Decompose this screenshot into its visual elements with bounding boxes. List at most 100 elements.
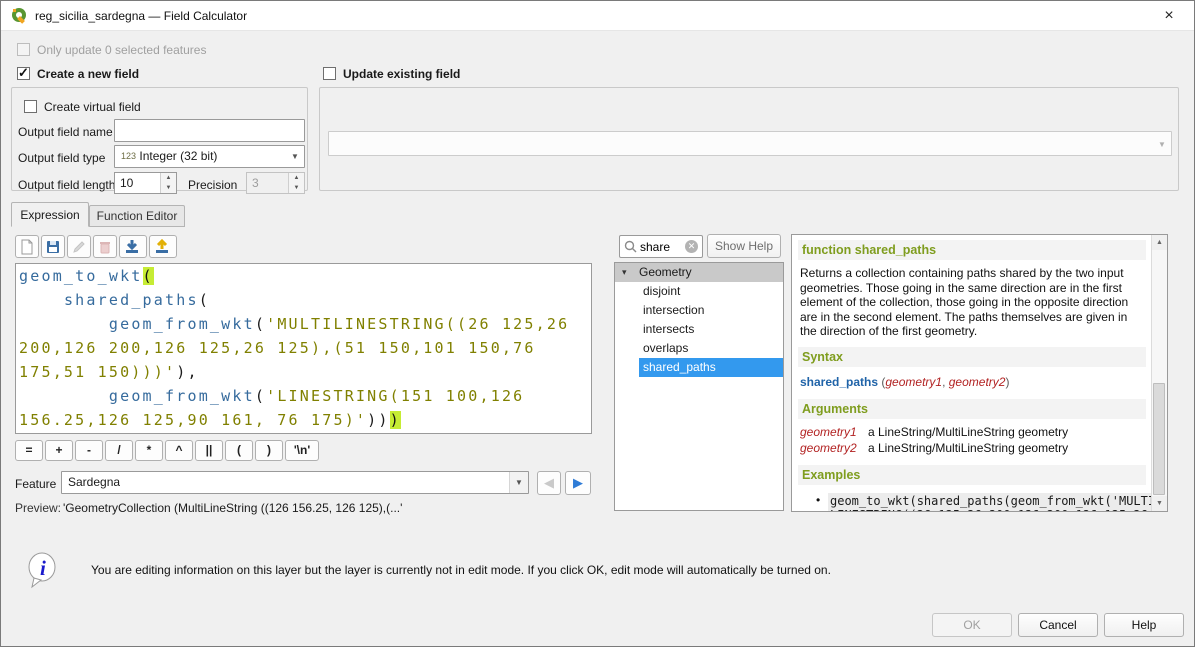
update-existing-field-checkbox-box[interactable]: [323, 67, 336, 80]
spin-up-icon[interactable]: ▲: [161, 173, 176, 183]
tree-item-overlaps[interactable]: overlaps: [615, 339, 783, 358]
code-segment-plain: (: [199, 291, 210, 309]
code-segment-str: 200,126 200,126 125,26 125),(51 150,101 …: [19, 339, 536, 357]
code-segment-str: 156.25,126 125,90 161, 76 175)': [19, 411, 367, 429]
scroll-up-icon[interactable]: ▲: [1152, 235, 1167, 250]
operator-button[interactable]: +: [45, 440, 73, 461]
operator-button[interactable]: ||: [195, 440, 223, 461]
cancel-button-label: Cancel: [1039, 618, 1076, 632]
next-feature-button[interactable]: ▶: [565, 471, 591, 495]
output-field-type-value: Integer (32 bit): [139, 149, 217, 163]
new-expression-button[interactable]: [15, 235, 39, 258]
spin-down-icon[interactable]: ▼: [161, 183, 176, 193]
operator-button[interactable]: /: [105, 440, 133, 461]
code-segment-str: 175,51 150)))': [19, 363, 176, 381]
create-virtual-field-checkbox-box[interactable]: [24, 100, 37, 113]
code-segment-plain: [19, 315, 109, 333]
tree-item-intersection[interactable]: intersection: [615, 301, 783, 320]
precision-spin-buttons: ▲ ▼: [288, 173, 304, 193]
operator-button[interactable]: '\n': [285, 440, 319, 461]
code-segment-hl: ): [390, 411, 401, 429]
tree-group-geometry[interactable]: ▾ Geometry: [615, 263, 783, 282]
tree-item-shared_paths[interactable]: shared_paths: [639, 358, 783, 377]
update-existing-field-checkbox[interactable]: Update existing field: [323, 67, 460, 81]
code-segment-fn: geom_from_wkt: [109, 387, 255, 405]
tab-expression[interactable]: Expression: [11, 202, 89, 227]
tree-caret-icon[interactable]: ▾: [622, 263, 627, 282]
function-search-input[interactable]: [640, 237, 682, 256]
output-field-length-spinner[interactable]: 10 ▲ ▼: [114, 172, 177, 194]
code-segment-fn: shared_paths: [64, 291, 199, 309]
export-expression-button[interactable]: [149, 235, 177, 258]
argument-description: a LineString/MultiLineString geometry: [868, 425, 1068, 439]
code-segment-plain: ),: [176, 363, 198, 381]
help-button[interactable]: Help: [1104, 613, 1184, 637]
close-icon[interactable]: ×: [1158, 6, 1180, 26]
feature-label: Feature: [15, 477, 56, 491]
new-file-icon: [19, 239, 35, 255]
cancel-button[interactable]: Cancel: [1018, 613, 1098, 637]
scroll-down-icon[interactable]: ▼: [1152, 496, 1167, 511]
pencil-icon: [71, 239, 87, 255]
create-virtual-field-checkbox[interactable]: Create virtual field: [24, 100, 141, 114]
argument-name: geometry2: [800, 441, 868, 455]
code-segment-fn: geom_from_wkt: [109, 315, 255, 333]
integer-type-icon: 123: [121, 151, 136, 161]
output-field-length-value: 10: [120, 176, 133, 190]
search-icon: [624, 240, 637, 253]
save-expression-button[interactable]: [41, 235, 65, 258]
operator-button[interactable]: ): [255, 440, 283, 461]
code-segment-str: 'MULTILINESTRING((26 125,26: [266, 315, 569, 333]
feature-value: Sardegna: [68, 475, 120, 489]
title-bar: reg_sicilia_sardegna — Field Calculator …: [1, 1, 1194, 31]
function-search-box[interactable]: ✕: [619, 235, 703, 258]
function-tree[interactable]: ▾ Geometry disjointintersectionintersect…: [614, 262, 784, 511]
import-down-arrow-icon: [123, 239, 141, 255]
output-field-type-combo[interactable]: 123 Integer (32 bit) ▼: [114, 145, 305, 168]
output-field-name-label: Output field name: [18, 125, 113, 139]
code-line: 156.25,126 125,90 161, 76 175)'))): [16, 408, 591, 432]
info-icon: i: [27, 551, 59, 589]
example-code: geom_to_wkt(shared_paths(geom_from_wkt('…: [828, 493, 1152, 512]
operator-button[interactable]: (: [225, 440, 253, 461]
scrollbar-thumb[interactable]: [1153, 383, 1165, 495]
examples-heading: Examples: [798, 465, 1146, 485]
operator-button[interactable]: *: [135, 440, 163, 461]
clear-search-icon[interactable]: ✕: [685, 240, 698, 253]
window-title: reg_sicilia_sardegna — Field Calculator: [35, 9, 247, 23]
help-button-label: Help: [1132, 618, 1157, 632]
precision-spinner: 3 ▲ ▼: [246, 172, 305, 194]
help-title: function shared_paths: [798, 240, 1146, 260]
save-icon: [45, 239, 61, 255]
next-arrow-icon: ▶: [573, 475, 583, 490]
edit-mode-message: You are editing information on this laye…: [91, 563, 831, 577]
new-field-group: Create virtual field Output field name O…: [11, 87, 308, 191]
tab-function-editor-label: Function Editor: [90, 209, 184, 223]
code-segment-fn: geom_to_wkt: [19, 267, 143, 285]
import-expression-button[interactable]: [119, 235, 147, 258]
show-help-button[interactable]: Show Help: [707, 234, 781, 258]
tree-item-intersects[interactable]: intersects: [615, 320, 783, 339]
prev-arrow-icon: ◀: [544, 475, 554, 490]
syntax-separator: ,: [942, 375, 949, 389]
code-line: shared_paths(: [16, 288, 591, 312]
expression-editor[interactable]: geom_to_wkt ( shared_paths( geom_from_wkt…: [15, 263, 592, 434]
create-new-field-checkbox-box[interactable]: [17, 67, 30, 80]
tree-item-disjoint[interactable]: disjoint: [615, 282, 783, 301]
spin-up-icon: ▲: [289, 173, 304, 183]
precision-value: 3: [252, 176, 259, 190]
operator-button[interactable]: =: [15, 440, 43, 461]
precision-label: Precision: [188, 178, 237, 192]
create-new-field-checkbox[interactable]: Create a new field: [17, 67, 139, 81]
length-spin-buttons[interactable]: ▲ ▼: [160, 173, 176, 193]
feature-combo[interactable]: Sardegna ▼: [61, 471, 529, 494]
show-help-label: Show Help: [715, 239, 773, 253]
operator-button[interactable]: ^: [165, 440, 193, 461]
operator-button[interactable]: -: [75, 440, 103, 461]
chevron-down-icon[interactable]: ▼: [509, 472, 528, 493]
qgis-logo-icon: [11, 7, 28, 24]
tab-function-editor[interactable]: Function Editor: [89, 205, 185, 227]
help-scrollbar[interactable]: ▲ ▼: [1151, 235, 1167, 511]
output-field-name-input[interactable]: [114, 119, 305, 142]
syntax-arg1: geometry1: [885, 375, 942, 389]
